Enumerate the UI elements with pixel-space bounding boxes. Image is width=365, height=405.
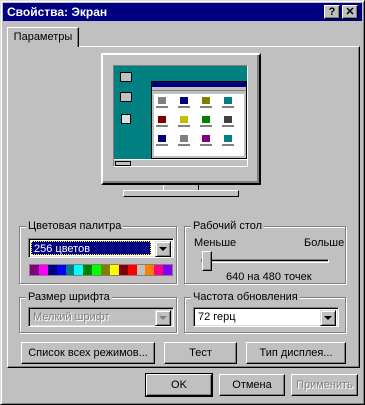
desktop-area-min-label: Меньше bbox=[194, 237, 237, 249]
palette-swatch bbox=[83, 265, 93, 275]
cancel-button[interactable]: Отмена bbox=[219, 374, 285, 396]
preview-icon-caption bbox=[222, 106, 234, 108]
preview-icon-caption bbox=[200, 144, 212, 146]
font-size-value: Мелкий шрифт bbox=[33, 311, 110, 323]
preview-icon bbox=[158, 97, 166, 104]
recycle-bin-icon bbox=[121, 114, 131, 124]
preview-icon bbox=[224, 135, 232, 142]
palette-swatch bbox=[109, 265, 119, 275]
palette-swatch bbox=[56, 265, 66, 275]
tab-settings-label: Параметры bbox=[13, 31, 73, 43]
refresh-rate-select[interactable]: 72 герц bbox=[193, 307, 339, 327]
preview-icon bbox=[180, 135, 188, 142]
palette-swatch bbox=[74, 265, 84, 275]
refresh-rate-label: Частота обновления bbox=[191, 290, 300, 304]
help-button[interactable]: ? bbox=[324, 5, 340, 19]
preview-icon-caption bbox=[222, 125, 234, 127]
color-palette-value: 256 цветов bbox=[31, 241, 151, 255]
resolution-readout: 640 на 480 точек bbox=[226, 271, 312, 283]
resolution-slider-track[interactable] bbox=[201, 259, 329, 263]
preview-icon-caption bbox=[178, 144, 190, 146]
preview-icon-caption bbox=[156, 144, 168, 146]
palette-swatch bbox=[38, 265, 48, 275]
palette-swatch bbox=[30, 265, 39, 275]
network-icon bbox=[120, 92, 132, 102]
color-palette-strip bbox=[29, 264, 173, 276]
preview-icon-caption bbox=[156, 106, 168, 108]
desktop-preview-screen bbox=[113, 65, 248, 167]
display-type-button[interactable]: Тип дисплея... bbox=[246, 342, 346, 364]
preview-icon bbox=[224, 116, 232, 123]
preview-icon bbox=[202, 135, 210, 142]
palette-swatch bbox=[101, 265, 110, 275]
window-title: Свойства: Экран bbox=[7, 5, 108, 19]
apply-button[interactable]: Применить bbox=[291, 374, 358, 396]
palette-swatch bbox=[154, 265, 164, 275]
preview-start-button bbox=[115, 161, 131, 166]
display-properties-window: Свойства: Экран ? ✕ Параметры Цветовая п… bbox=[0, 0, 365, 405]
preview-window-titlebar bbox=[152, 82, 246, 87]
preview-icon-caption bbox=[178, 106, 190, 108]
preview-icon bbox=[180, 116, 188, 123]
preview-icon-caption bbox=[222, 144, 234, 146]
refresh-rate-value: 72 герц bbox=[198, 311, 236, 323]
close-button[interactable]: ✕ bbox=[342, 5, 358, 19]
title-bar[interactable]: Свойства: Экран ? ✕ bbox=[3, 3, 362, 21]
font-size-select[interactable]: Мелкий шрифт bbox=[28, 307, 174, 327]
chevron-down-icon[interactable] bbox=[155, 241, 171, 257]
palette-swatch bbox=[163, 265, 172, 275]
preview-icon-caption bbox=[156, 125, 168, 127]
ok-button[interactable]: OK bbox=[145, 373, 213, 397]
preview-icon bbox=[202, 116, 210, 123]
preview-icon-caption bbox=[200, 106, 212, 108]
resolution-slider-thumb[interactable] bbox=[202, 251, 212, 271]
preview-window bbox=[151, 81, 247, 159]
test-button[interactable]: Тест bbox=[164, 342, 237, 364]
desktop-area-label: Рабочий стол bbox=[191, 219, 265, 233]
palette-swatch bbox=[47, 265, 57, 275]
preview-icon-caption bbox=[200, 125, 212, 127]
monitor-preview bbox=[101, 53, 261, 185]
preview-icon bbox=[158, 135, 166, 142]
color-palette-label: Цветовая палитра bbox=[26, 219, 124, 233]
my-computer-icon bbox=[120, 72, 132, 82]
monitor-stand-base bbox=[123, 190, 239, 197]
preview-taskbar bbox=[114, 159, 247, 166]
palette-swatch bbox=[65, 265, 75, 275]
list-all-modes-button[interactable]: Список всех режимов... bbox=[21, 342, 155, 364]
desktop-area-max-label: Больше bbox=[304, 237, 345, 249]
palette-swatch bbox=[92, 265, 101, 275]
preview-icon bbox=[158, 116, 166, 123]
preview-window-menu bbox=[152, 88, 246, 91]
font-size-label: Размер шрифта bbox=[26, 290, 112, 304]
color-palette-select[interactable]: 256 цветов bbox=[28, 238, 174, 258]
tab-settings[interactable]: Параметры bbox=[7, 27, 79, 47]
palette-swatch bbox=[127, 265, 137, 275]
palette-swatch bbox=[136, 265, 146, 275]
preview-window-content bbox=[154, 94, 244, 156]
palette-swatch bbox=[118, 265, 128, 275]
preview-icon bbox=[180, 97, 188, 104]
chevron-down-icon[interactable] bbox=[155, 310, 171, 326]
preview-icon bbox=[224, 97, 232, 104]
preview-icon bbox=[202, 97, 210, 104]
preview-icon-caption bbox=[178, 125, 190, 127]
palette-swatch bbox=[145, 265, 155, 275]
chevron-down-icon[interactable] bbox=[320, 310, 336, 326]
